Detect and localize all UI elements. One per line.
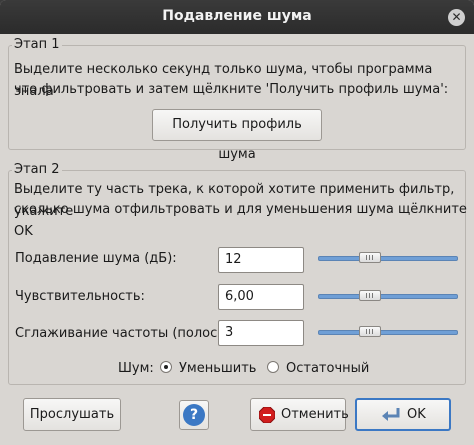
ok-button[interactable]: OK [355,398,451,431]
get-profile-button[interactable]: Получить профиль шума [152,109,322,162]
step2-instruction-line2: сколько шума отфильтровать и для уменьше… [14,202,467,239]
slider-track [318,294,458,299]
noise-mode-label: Шум: [118,361,154,376]
smoothing-label: Сглаживание частоты (полосы): [15,326,237,341]
radio-residue-label[interactable]: Остаточный [286,361,369,376]
radio-reduce[interactable] [160,361,172,373]
slider-thumb[interactable] [359,290,381,301]
slider-thumb[interactable] [359,252,381,263]
noise-reduction-label: Подавление шума (дБ): [15,251,177,266]
title-bar: Подавление шума ✕ [0,0,474,34]
ok-label: OK [407,407,426,422]
noise-reduction-input[interactable]: 12 [218,247,304,273]
radio-reduce-label[interactable]: Уменьшить [179,361,256,376]
sensitivity-slider[interactable] [318,290,458,302]
cancel-label: Отменить [281,407,349,422]
radio-residue[interactable] [267,361,279,373]
slider-track [318,256,458,261]
step1-instruction-line2: что фильтровать и затем щёлкните 'Получи… [14,82,449,97]
sensitivity-label: Чувствительность: [15,289,145,304]
help-button[interactable]: ? [179,400,209,430]
noise-reduction-slider[interactable] [318,252,458,264]
close-icon[interactable]: ✕ [448,9,465,26]
step1-legend: Этап 1 [12,37,62,52]
preview-button[interactable]: Прослушать [23,398,121,431]
window-title: Подавление шума [162,8,312,24]
help-icon: ? [183,404,205,426]
slider-thumb[interactable] [359,326,381,337]
smoothing-input[interactable]: 3 [218,320,304,346]
enter-arrow-icon [382,408,400,421]
step2-legend: Этап 2 [12,162,62,177]
smoothing-slider[interactable] [318,326,458,338]
noise-reduction-dialog: Подавление шума ✕ Этап 1 Выделите нескол… [0,0,474,445]
stop-icon [259,407,275,423]
cancel-button[interactable]: Отменить [250,398,349,431]
slider-track [318,330,458,335]
sensitivity-input[interactable]: 6,00 [218,284,304,310]
